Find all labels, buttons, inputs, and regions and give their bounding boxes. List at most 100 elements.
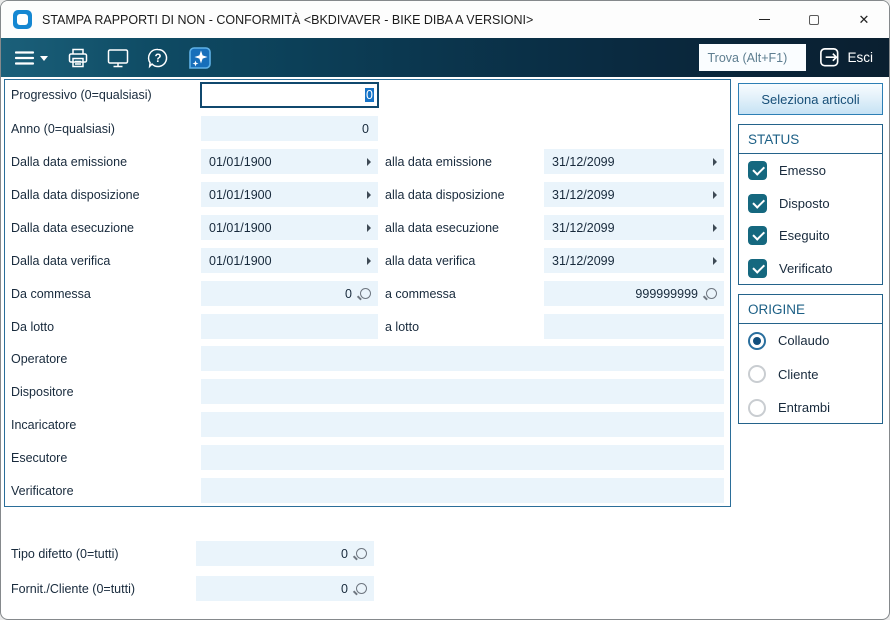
status-option-verificato[interactable]: Verificato [739, 252, 882, 285]
close-icon: ✕ [858, 12, 870, 27]
row-esecutore: Esecutore [5, 445, 730, 470]
date-expand-icon[interactable] [713, 157, 717, 166]
to-date-disposizione-input[interactable]: 31/12/2099 [544, 182, 724, 207]
row-verificatore: Verificatore [5, 478, 730, 503]
select-articles-button[interactable]: Seleziona articoli [738, 83, 883, 115]
window-title: STAMPA RAPPORTI DI NON - CONFORMITÀ <BKD… [42, 12, 534, 27]
fornit-cliente-label: Fornit./Cliente (0=tutti) [11, 581, 136, 596]
date-expand-icon[interactable] [367, 190, 371, 199]
tipo-difetto-input[interactable]: 0 [196, 541, 374, 566]
row-incaricatore: Incaricatore [5, 412, 730, 437]
menu-button[interactable] [15, 50, 48, 66]
window-controls: ✕ [739, 1, 889, 38]
radio-unselected-icon[interactable] [748, 365, 766, 384]
to-date-esecuzione-input[interactable]: 31/12/2099 [544, 215, 724, 240]
exit-icon [820, 48, 839, 67]
origine-option-collaudo[interactable]: Collaudo [739, 324, 882, 358]
search-lookup-icon[interactable] [356, 583, 367, 594]
progressivo-input[interactable]: 0 [200, 81, 379, 108]
verificatore-input[interactable] [201, 478, 724, 503]
to-date-emissione-input[interactable]: 31/12/2099 [544, 149, 724, 174]
toolbar: ? Esci [1, 38, 889, 77]
a-commessa-input[interactable]: 999999999 [544, 281, 724, 306]
da-commessa-input[interactable]: 0 [201, 281, 378, 306]
date-expand-icon[interactable] [713, 256, 717, 265]
a-lotto-input[interactable] [544, 314, 724, 339]
origine-option-entrambi[interactable]: Entrambi [739, 391, 882, 425]
minimize-button[interactable] [739, 1, 789, 38]
search-lookup-icon[interactable] [706, 288, 717, 299]
a-commessa-label: a commessa [385, 286, 456, 301]
print-button[interactable] [66, 46, 90, 70]
from-date-verifica-input[interactable]: 01/01/1900 [201, 248, 378, 273]
da-lotto-input[interactable] [201, 314, 378, 339]
radio-unselected-icon[interactable] [748, 398, 766, 417]
row-data-disposizione: Dalla data disposizione 01/01/1900 alla … [5, 182, 730, 207]
anno-label: Anno (0=qualsiasi) [11, 121, 115, 136]
checkbox-checked-icon[interactable] [748, 258, 767, 278]
close-button[interactable]: ✕ [839, 1, 889, 38]
maximize-button[interactable] [789, 1, 839, 38]
esecutore-label: Esecutore [11, 450, 68, 465]
anno-input[interactable]: 0 [201, 116, 378, 141]
checkbox-checked-icon[interactable] [748, 226, 767, 246]
origine-group-box: ORIGINE Collaudo Cliente Entrambi [738, 294, 883, 424]
monitor-icon [107, 48, 129, 67]
to-date-label: alla data verifica [385, 253, 476, 268]
selected-text: 0 [365, 87, 374, 102]
exit-button[interactable]: Esci [818, 46, 873, 69]
operatore-input[interactable] [201, 346, 724, 371]
status-group-title: STATUS [739, 125, 882, 154]
a-lotto-label: a lotto [385, 319, 420, 334]
esecutore-input[interactable] [201, 445, 724, 470]
checkbox-checked-icon[interactable] [748, 193, 767, 213]
to-date-label: alla data emissione [385, 154, 493, 169]
da-lotto-label: Da lotto [11, 319, 55, 334]
origine-group-title: ORIGINE [739, 295, 882, 324]
progressivo-label: Progressivo (0=qualsiasi) [11, 87, 152, 102]
date-expand-icon[interactable] [367, 157, 371, 166]
row-data-esecuzione: Dalla data esecuzione 01/01/1900 alla da… [5, 215, 730, 240]
assistant-button[interactable] [186, 44, 214, 72]
row-tipo-difetto: Tipo difetto (0=tutti) 0 [1, 541, 731, 566]
from-date-label: Dalla data disposizione [11, 187, 140, 202]
date-expand-icon[interactable] [367, 223, 371, 232]
date-expand-icon[interactable] [713, 190, 717, 199]
help-button[interactable]: ? [146, 46, 170, 70]
menu-icon [15, 50, 35, 65]
from-date-label: Dalla data verifica [11, 253, 111, 268]
exit-label: Esci [847, 50, 873, 65]
svg-text:?: ? [154, 53, 161, 65]
checkbox-checked-icon[interactable] [748, 160, 767, 180]
date-expand-icon[interactable] [367, 256, 371, 265]
status-option-eseguito[interactable]: Eseguito [739, 219, 882, 252]
origine-option-cliente[interactable]: Cliente [739, 358, 882, 392]
search-lookup-icon[interactable] [356, 548, 367, 559]
fornit-cliente-input[interactable]: 0 [196, 576, 374, 601]
to-date-verifica-input[interactable]: 31/12/2099 [544, 248, 724, 273]
maximize-icon [809, 14, 819, 25]
search-lookup-icon[interactable] [360, 288, 371, 299]
find-input[interactable] [699, 44, 807, 71]
status-option-emesso[interactable]: Emesso [739, 154, 882, 187]
preview-button[interactable] [106, 46, 130, 70]
da-commessa-label: Da commessa [11, 286, 91, 301]
incaricatore-label: Incaricatore [11, 417, 77, 432]
date-expand-icon[interactable] [713, 223, 717, 232]
to-date-label: alla data disposizione [385, 187, 505, 202]
from-date-esecuzione-input[interactable]: 01/01/1900 [201, 215, 378, 240]
title-bar: STAMPA RAPPORTI DI NON - CONFORMITÀ <BKD… [1, 1, 889, 38]
to-date-label: alla data esecuzione [385, 220, 499, 235]
status-option-disposto[interactable]: Disposto [739, 187, 882, 220]
incaricatore-input[interactable] [201, 412, 724, 437]
row-progressivo: Progressivo (0=qualsiasi) 0 [5, 81, 730, 108]
from-date-emissione-input[interactable]: 01/01/1900 [201, 149, 378, 174]
from-date-label: Dalla data esecuzione [11, 220, 134, 235]
help-icon: ? [147, 48, 168, 68]
filters-group-box: Progressivo (0=qualsiasi) 0 Anno (0=qual… [4, 79, 731, 507]
radio-selected-icon[interactable] [748, 331, 766, 350]
from-date-disposizione-input[interactable]: 01/01/1900 [201, 182, 378, 207]
dispositore-input[interactable] [201, 379, 724, 404]
chevron-down-icon [40, 56, 48, 61]
operatore-label: Operatore [11, 351, 68, 366]
